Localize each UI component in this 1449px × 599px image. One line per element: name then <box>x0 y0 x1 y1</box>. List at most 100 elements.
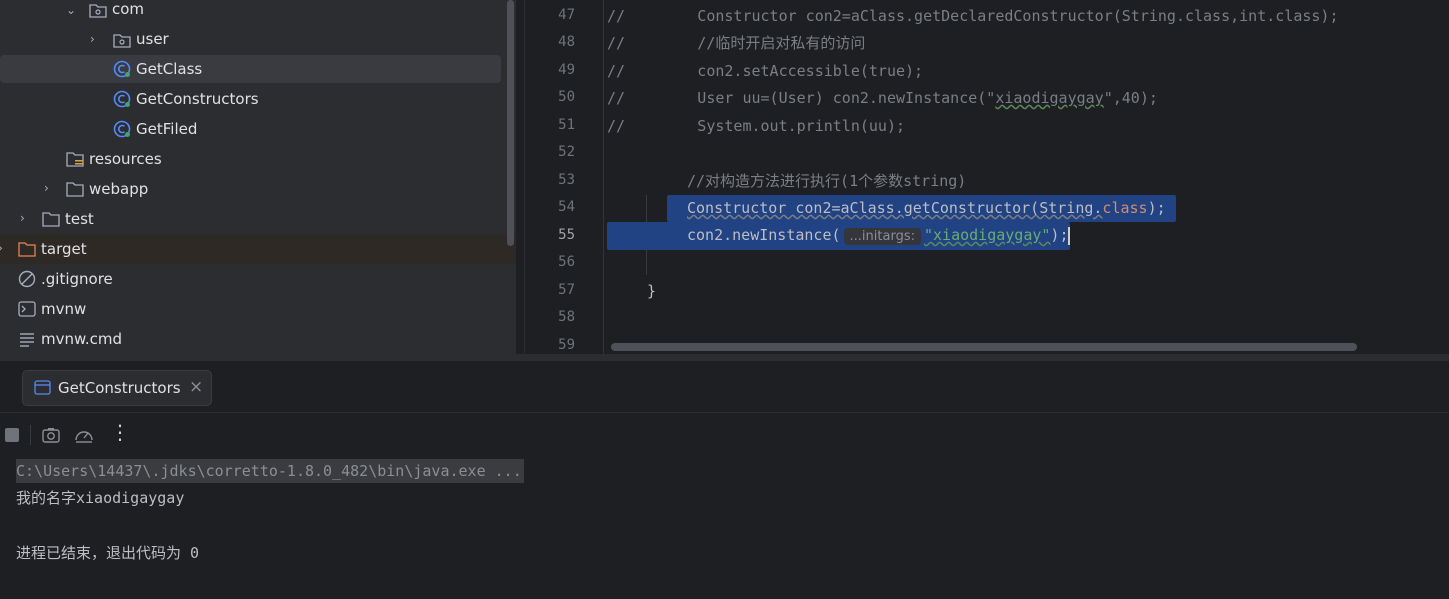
code-line-47[interactable]: // Constructor con2=aClass.getDeclaredCo… <box>607 3 1339 30</box>
code-line-50[interactable]: // User uu=(User) con2.newInstance("xiao… <box>607 85 1158 112</box>
run-toolbar: ⋮ <box>0 412 1449 457</box>
code-line-49[interactable]: // con2.setAccessible(true); <box>607 58 923 85</box>
code-text: System.out.println(uu); <box>625 117 906 135</box>
resources-folder-icon <box>66 152 84 167</box>
comment-prefix: // <box>607 7 626 25</box>
tree-item-getclass[interactable]: GetClass <box>0 54 516 84</box>
code-line-57[interactable]: } <box>647 278 656 305</box>
code-text: con2.newInstance( <box>687 226 841 244</box>
code-text: ); <box>1147 199 1166 217</box>
editor-horizontal-scrollbar[interactable] <box>611 343 1357 351</box>
tab-getconstructors[interactable]: GetConstructors × <box>22 370 212 406</box>
tree-item-getconstructors[interactable]: GetConstructors <box>0 84 516 114</box>
line-number: 57 <box>558 282 575 298</box>
tree-item-webapp[interactable]: › webapp <box>0 174 516 204</box>
tree-item-resources[interactable]: resources <box>0 144 516 174</box>
package-icon <box>89 4 107 18</box>
line-number: 49 <box>558 62 575 78</box>
chevron-right-icon[interactable]: › <box>44 182 54 194</box>
tree-label: mvnw.cmd <box>41 330 123 348</box>
tree-scrollbar[interactable] <box>507 0 514 246</box>
tree-label: resources <box>89 150 162 168</box>
more-icon[interactable]: ⋮ <box>110 422 130 442</box>
tree-label: test <box>65 210 94 228</box>
current-line-number: 55 <box>558 227 575 243</box>
profiler-icon[interactable] <box>74 425 94 445</box>
tree-item-mvnw[interactable]: mvnw <box>0 294 516 324</box>
line-number: 51 <box>558 117 575 133</box>
run-panel-header: GetConstructors × <box>0 360 1449 413</box>
line-number: 50 <box>558 89 575 105</box>
tree-label: .gitignore <box>41 270 113 288</box>
line-number: 52 <box>558 144 575 160</box>
code-line-53[interactable]: //对构造方法进行执行(1个参数string) <box>687 168 966 195</box>
terminal-icon <box>18 301 36 317</box>
line-number: 56 <box>558 254 575 270</box>
text-file-icon <box>20 333 34 347</box>
code-line-55[interactable]: con2.newInstance(...initargs: "xiaodigayg… <box>607 222 1071 250</box>
line-number: 58 <box>558 309 575 325</box>
chevron-right-icon[interactable]: › <box>90 33 100 45</box>
tree-item-getfiled[interactable]: GetFiled <box>0 114 516 144</box>
chevron-down-icon[interactable]: ⌄ <box>66 4 76 16</box>
code-keyword: class <box>1102 199 1148 217</box>
stop-icon[interactable] <box>2 425 22 445</box>
comment-prefix: // <box>607 89 626 107</box>
code-string: "xiaodigaygay" <box>923 226 1051 244</box>
close-icon[interactable]: × <box>189 377 203 397</box>
folder-icon <box>42 212 60 227</box>
tree-item-mvnw-cmd[interactable]: mvnw.cmd <box>0 324 516 354</box>
code-text: con2.setAccessible(true); <box>625 62 924 80</box>
tree-item-gitignore[interactable]: .gitignore <box>0 264 516 294</box>
camera-icon[interactable] <box>41 425 61 445</box>
java-class-icon <box>113 120 131 138</box>
project-tree-panel: ⌄ com › user GetClass GetConstructors Ge… <box>0 0 516 354</box>
tree-label: com <box>112 0 145 18</box>
code-text: ); <box>1050 226 1069 244</box>
java-class-icon <box>113 60 131 78</box>
code-text: Constructor con2=aClass.getDeclaredConst… <box>625 7 1339 25</box>
java-class-icon <box>113 90 131 108</box>
tree-label: GetClass <box>136 60 203 78</box>
comment-prefix: // <box>607 117 626 135</box>
code-line-51[interactable]: // System.out.println(uu); <box>607 113 905 140</box>
text-caret <box>1068 226 1071 245</box>
tab-label: GetConstructors <box>58 379 181 397</box>
code-text: ",40); <box>1103 89 1158 107</box>
parameter-hint: ...initargs: <box>843 228 921 245</box>
code-line-48[interactable]: // //临时开启对私有的访问 <box>607 30 865 57</box>
console-output[interactable]: C:\Users\14437\.jdks\corretto-1.8.0_482\… <box>0 457 1449 599</box>
code-text: Constructor con2=aClass.getConstructor(S… <box>687 199 1103 217</box>
toolbar-separator <box>30 425 31 445</box>
ignore-file-icon <box>18 270 36 288</box>
tree-item-user[interactable]: › user <box>0 25 516 55</box>
line-number: 59 <box>558 337 575 353</box>
tree-label: user <box>136 30 169 48</box>
tree-label: GetFiled <box>136 120 198 138</box>
run-config-icon <box>34 380 51 395</box>
code-editor[interactable]: 47 48 49 50 51 52 53 54 55 56 57 58 59 /… <box>524 0 1449 354</box>
code-text: User uu=(User) con2.newInstance(" <box>625 89 996 107</box>
tree-label: target <box>41 240 87 258</box>
package-icon <box>113 34 131 48</box>
code-string: xiaodigaygay <box>995 89 1104 107</box>
console-exit-line: 进程已结束，退出代码为 0 <box>16 544 200 562</box>
selection-highlight <box>0 55 501 83</box>
line-number: 53 <box>558 172 575 188</box>
line-number: 47 <box>558 7 575 23</box>
folder-icon <box>66 182 84 197</box>
comment-prefix: // <box>607 34 626 52</box>
chevron-right-icon[interactable]: › <box>20 212 30 224</box>
tree-label: webapp <box>89 180 149 198</box>
line-number: 48 <box>558 34 575 50</box>
console-command-line[interactable]: C:\Users\14437\.jdks\corretto-1.8.0_482\… <box>16 459 524 483</box>
tree-label: GetConstructors <box>136 90 259 108</box>
tree-item-target[interactable]: › target <box>0 234 516 264</box>
tree-item-com[interactable]: ⌄ com <box>0 0 516 25</box>
line-number: 54 <box>558 199 575 215</box>
excluded-folder-icon <box>18 242 36 257</box>
chevron-right-icon[interactable]: › <box>0 242 8 254</box>
code-text: //临时开启对私有的访问 <box>625 34 866 52</box>
tree-item-test[interactable]: › test <box>0 204 516 234</box>
code-line-54[interactable]: Constructor con2=aClass.getConstructor(S… <box>667 195 1176 222</box>
